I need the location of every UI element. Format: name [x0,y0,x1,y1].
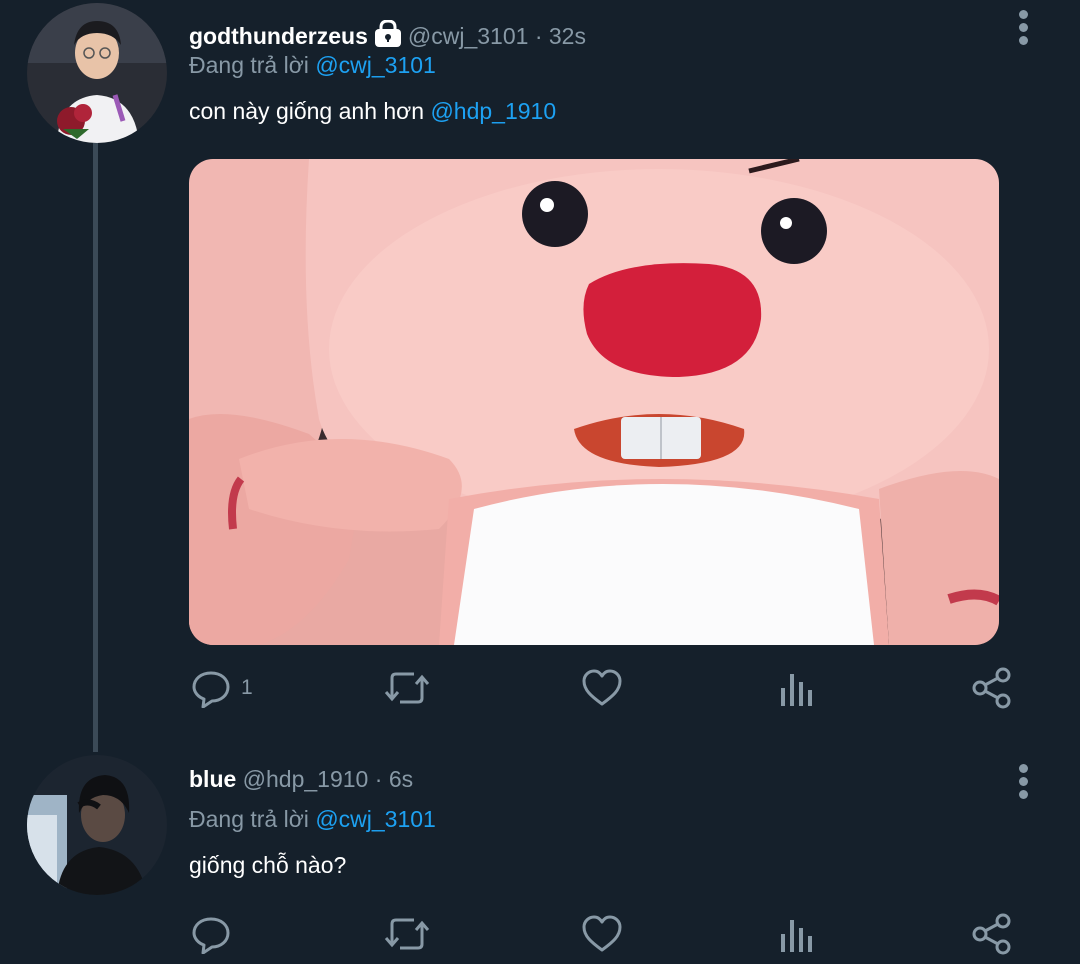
tweet-text-mention[interactable]: @hdp_1910 [430,98,556,124]
tweet-header: godthunderzeus @cwj_3101 · 32s [189,19,586,54]
more-vertical-icon[interactable] [1008,764,1038,804]
reply-button[interactable] [191,912,231,956]
analytics-icon [779,668,815,708]
retweet-icon [384,914,430,954]
avatar[interactable] [27,755,167,895]
tweet-actions: 1 [189,666,1019,710]
analytics-icon [779,914,815,954]
reply-icon [191,914,231,954]
handle[interactable]: @cwj_3101 [408,23,529,49]
heart-icon [581,914,623,954]
retweet-icon [384,668,430,708]
share-icon [971,667,1013,709]
replying-to: Đang trả lời @cwj_3101 [189,52,436,79]
replying-mention[interactable]: @cwj_3101 [315,806,436,832]
tweet-header: blue @hdp_1910 · 6s [189,766,413,793]
tweet-text-content: con này giống anh hơn [189,98,425,124]
more-vertical-icon[interactable] [1008,10,1038,50]
replying-prefix: Đang trả lời [189,52,309,78]
lock-icon [374,19,402,54]
timestamp[interactable]: 6s [389,766,413,792]
display-name[interactable]: godthunderzeus [189,23,368,49]
tweet-text: con này giống anh hơn @hdp_1910 [189,98,556,125]
like-button[interactable] [581,912,623,956]
replying-mention[interactable]: @cwj_3101 [315,52,436,78]
reply-count: 1 [241,676,253,699]
analytics-button[interactable] [779,666,815,710]
retweet-button[interactable] [384,912,430,956]
timestamp[interactable]: 32s [549,23,586,49]
tweet-actions [189,912,1019,956]
handle[interactable]: @hdp_1910 [243,766,369,792]
share-button[interactable] [971,666,1013,710]
replying-prefix: Đang trả lời [189,806,309,832]
tweet-text: giống chỗ nào? [189,852,346,879]
tweet-1[interactable]: godthunderzeus @cwj_3101 · 32s Đang trả l… [0,0,1080,752]
tweet-2[interactable]: blue @hdp_1910 · 6s Đang trả lời @cwj_31… [0,752,1080,964]
replying-to: Đang trả lời @cwj_3101 [189,806,436,833]
retweet-button[interactable] [384,666,430,710]
reply-icon [191,668,231,708]
share-button[interactable] [971,912,1013,956]
tweet-text-content: giống chỗ nào? [189,852,347,878]
share-icon [971,913,1013,955]
tweet-media-image[interactable] [189,159,999,645]
analytics-button[interactable] [779,912,815,956]
reply-button[interactable]: 1 [191,666,253,710]
like-button[interactable] [581,666,623,710]
heart-icon [581,668,623,708]
display-name[interactable]: blue [189,766,236,792]
avatar[interactable] [27,3,167,143]
